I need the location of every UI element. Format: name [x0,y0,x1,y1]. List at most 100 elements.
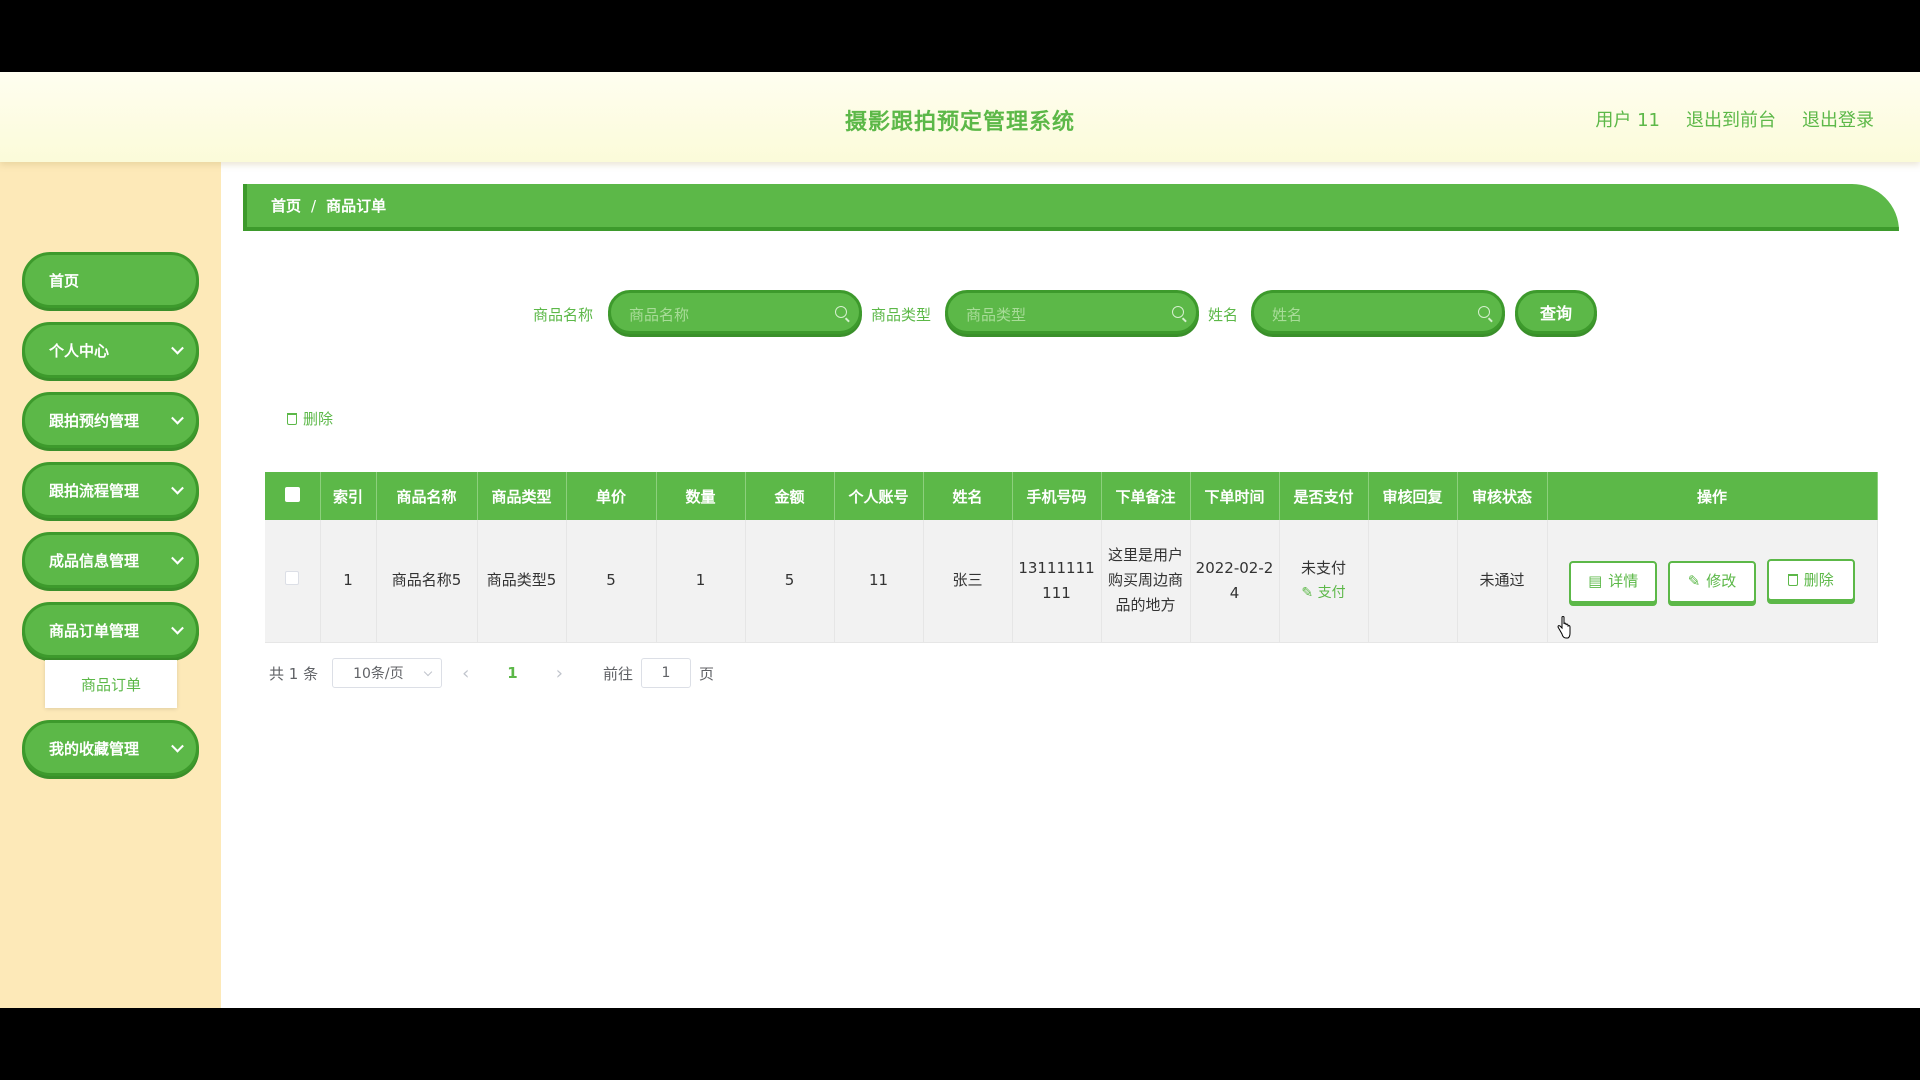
cell-index: 1 [320,520,377,643]
sidebar-item-personal-center[interactable]: 个人中心 [22,322,199,378]
paid-status: 未支付 [1300,558,1346,577]
delete-button-label: 删除 [1803,570,1834,589]
column-header: 索引 [320,472,377,520]
cell-review-reply [1368,520,1458,643]
edit-button-label: 修改 [1706,572,1737,590]
column-header: 手机号码 [1012,472,1102,520]
table-row: 1 商品名称5 商品类型5 5 1 5 11 张三 13111111111 这里… [265,520,1878,643]
breadcrumb-current: 商品订单 [326,197,387,215]
cell-amount: 5 [745,520,835,643]
table-header-row: 索引 商品名称 商品类型 单价 数量 金额 个人账号 姓名 手机号码 下单备注 … [265,472,1878,520]
app-window: 摄影跟拍预定管理系统 用户 11 退出到前台 退出登录 首页 个人中心 跟拍预约… [0,72,1920,1008]
cell-phone: 13111111111 [1012,520,1102,643]
page-size-select[interactable]: 10条/页 [332,658,443,688]
detail-button-label: 详情 [1608,572,1639,590]
sidebar: 首页 个人中心 跟拍预约管理 跟拍流程管理 成品信息管理 商品订单管理 商品订单… [0,162,221,1008]
total-count: 共 1 条 [269,664,319,683]
sidebar-item-label: 跟拍流程管理 [49,481,140,500]
chevron-down-icon [171,621,184,635]
row-checkbox[interactable] [285,571,300,586]
top-header: 摄影跟拍预定管理系统 用户 11 退出到前台 退出登录 [0,72,1920,162]
cell-name: 张三 [923,520,1013,643]
name-input[interactable]: 姓名 [1251,290,1505,334]
chevron-down-icon [423,667,433,677]
edit-button[interactable]: ✎ 修改 [1668,560,1756,603]
sidebar-subitem-orders[interactable]: 商品订单 [45,660,177,708]
product-name-input[interactable]: 商品名称 [608,290,862,334]
sidebar-item-home[interactable]: 首页 [22,252,199,308]
header-links: 用户 11 退出到前台 退出登录 [1595,106,1874,132]
document-icon: ▤ [1588,572,1603,590]
column-header: 下单备注 [1101,472,1191,520]
row-select-cell [265,520,321,643]
next-page-icon[interactable]: › [556,663,563,684]
page-size-value: 10条/页 [353,666,404,682]
breadcrumb: 首页 / 商品订单 [243,184,1899,231]
sidebar-item-label: 我的收藏管理 [49,739,140,758]
cell-price: 5 [566,520,657,643]
chevron-down-icon [171,551,184,565]
column-header: 下单时间 [1190,472,1280,520]
select-all-checkbox[interactable] [284,486,300,502]
product-name-placeholder: 商品名称 [629,306,690,324]
sidebar-item-products[interactable]: 成品信息管理 [22,532,199,588]
chevron-down-icon [171,481,184,495]
orders-table: 索引 商品名称 商品类型 单价 数量 金额 个人账号 姓名 手机号码 下单备注 … [265,472,1878,643]
select-all-cell [265,472,321,520]
page-number[interactable]: 1 [507,664,517,682]
chevron-down-icon [171,341,184,355]
sidebar-item-process[interactable]: 跟拍流程管理 [22,462,199,518]
cell-time: 2022-02-24 [1190,520,1280,643]
back-to-frontend-link[interactable]: 退出到前台 [1686,106,1776,132]
logout-link[interactable]: 退出登录 [1802,106,1874,132]
chevron-down-icon [171,411,184,425]
trash-icon [287,412,297,425]
product-type-input[interactable]: 商品类型 [945,290,1199,334]
column-header: 审核回复 [1368,472,1458,520]
batch-delete-button[interactable]: 删除 [287,408,333,429]
search-icon [835,306,847,318]
sidebar-item-favorites[interactable]: 我的收藏管理 [22,720,199,776]
cell-account: 11 [834,520,924,643]
batch-delete-label: 删除 [303,410,334,428]
prev-page-icon[interactable]: ‹ [462,663,469,684]
sidebar-item-label: 个人中心 [49,341,110,360]
sidebar-item-label: 商品订单管理 [49,621,140,640]
breadcrumb-home[interactable]: 首页 [271,195,301,216]
pay-link[interactable]: ✎ 支付 [1285,581,1363,606]
search-icon [1172,306,1184,318]
cell-product-name: 商品名称5 [376,520,478,643]
goto-label: 前往 [602,664,633,683]
user-name-link[interactable]: 用户 11 [1595,106,1660,132]
cell-product-type: 商品类型5 [477,520,567,643]
column-header: 个人账号 [834,472,924,520]
sidebar-item-label: 跟拍预约管理 [49,411,140,430]
breadcrumb-separator: / [311,196,317,215]
edit-icon: ✎ [1687,572,1701,590]
detail-button[interactable]: ▤ 详情 [1569,560,1658,603]
column-header: 商品名称 [376,472,478,520]
column-header: 姓名 [923,472,1013,520]
trash-icon [1787,574,1798,586]
sidebar-item-label: 成品信息管理 [49,551,140,570]
cell-operations: ▤ 详情 ✎ 修改 删除 [1547,520,1878,643]
delete-button[interactable]: 删除 [1766,559,1855,601]
cell-paid: 未支付 ✎ 支付 [1279,520,1369,643]
cell-quantity: 1 [656,520,746,643]
name-label: 姓名 [1208,306,1239,324]
goto-page-input[interactable]: 1 [640,658,691,688]
column-header: 操作 [1547,472,1878,520]
pagination: 共 1 条 10条/页 ‹ 1 › 前往 1 页 [269,658,714,688]
sidebar-item-booking[interactable]: 跟拍预约管理 [22,392,199,448]
sidebar-item-orders[interactable]: 商品订单管理 [22,602,199,658]
cell-remark: 这里是用户购买周边商品的地方 [1101,520,1191,643]
query-button[interactable]: 查询 [1515,290,1597,334]
pay-link-label: 支付 [1317,584,1346,601]
name-placeholder: 姓名 [1272,306,1303,324]
cell-review-status: 未通过 [1457,520,1548,643]
sidebar-item-label: 首页 [49,271,80,290]
product-name-label: 商品名称 [533,306,594,324]
page-unit-label: 页 [698,664,714,683]
product-type-placeholder: 商品类型 [966,306,1027,324]
chevron-down-icon [171,739,184,753]
